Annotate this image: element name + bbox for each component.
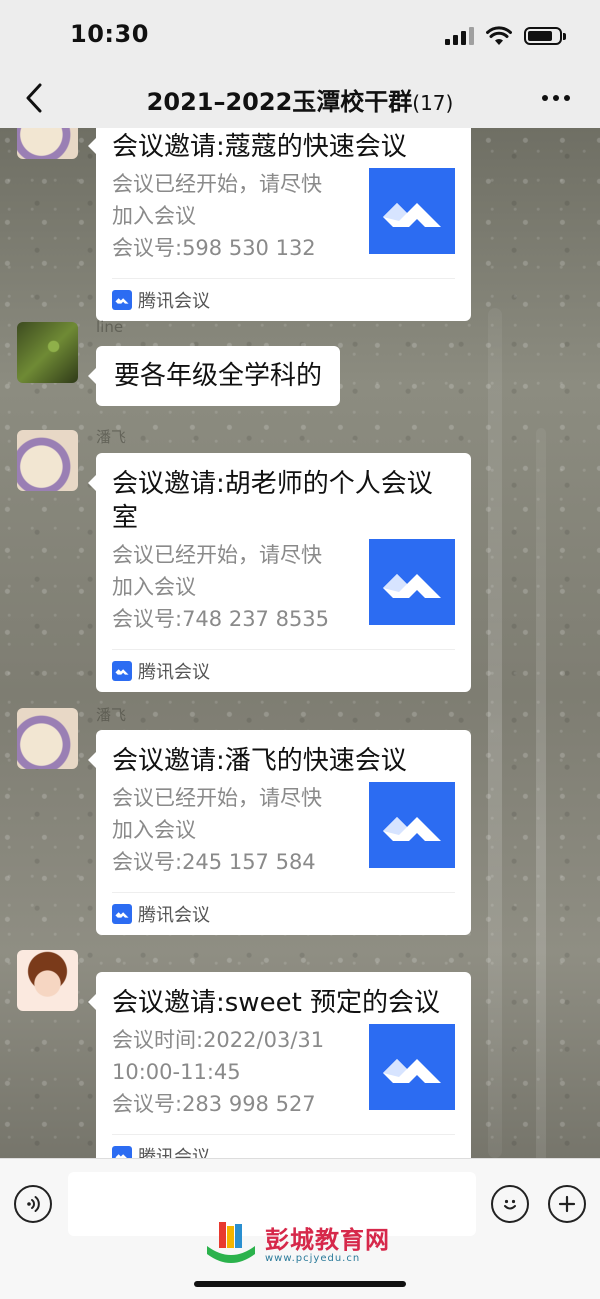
chat-area[interactable]: 会议邀请:蔻蔻的快速会议 会议已经开始，请尽快 加入会议 会议号:598 530… xyxy=(0,128,600,1158)
card-source: 腾讯会议 xyxy=(138,291,210,312)
more-options-button[interactable] xyxy=(534,80,578,116)
home-indicator xyxy=(194,1281,406,1287)
card-body: 会议已经开始，请尽快 加入会议 会议号:598 530 132 xyxy=(112,168,455,266)
voice-input-button[interactable] xyxy=(14,1185,52,1223)
book-logo-icon xyxy=(207,1222,255,1263)
status-icons xyxy=(445,26,566,46)
card-source: 腾讯会议 xyxy=(138,1147,210,1158)
text-message[interactable]: 要各年级全学科的 xyxy=(87,346,341,406)
card-desc-line: 加入会议 xyxy=(112,818,196,842)
avatar[interactable] xyxy=(17,430,78,491)
card-description: 会议已经开始，请尽快 加入会议 会议号:748 237 8535 xyxy=(112,539,352,635)
sender-name: line xyxy=(96,318,124,336)
card-footer: 腾讯会议 xyxy=(112,892,455,935)
avatar[interactable] xyxy=(17,950,78,1011)
meeting-card[interactable]: 会议邀请:胡老师的个人会议室 会议已经开始，请尽快 加入会议 会议号:748 2… xyxy=(88,453,471,692)
tencent-meeting-small-icon xyxy=(112,290,132,310)
card-footer: 腾讯会议 xyxy=(112,649,455,692)
voice-icon xyxy=(27,1196,40,1212)
meeting-number: 会议号:283 998 527 xyxy=(112,1092,316,1116)
tencent-meeting-icon xyxy=(383,574,441,598)
meeting-number: 会议号:245 157 584 xyxy=(112,850,316,874)
tencent-meeting-small-icon xyxy=(112,1146,132,1158)
card-desc-line: 会议已经开始，请尽快 xyxy=(112,786,322,810)
battery-level xyxy=(528,31,552,41)
card-desc-line: 加入会议 xyxy=(112,204,196,228)
card-body: 会议时间:2022/03/31 10:00-11:45 会议号:283 998 … xyxy=(112,1024,455,1122)
meeting-number: 会议号:748 237 8535 xyxy=(112,607,330,631)
card-footer: 腾讯会议 xyxy=(112,1134,455,1158)
tencent-meeting-icon xyxy=(383,817,441,841)
tencent-meeting-small-icon xyxy=(112,661,132,681)
emoji-button[interactable] xyxy=(491,1185,529,1223)
wifi-icon xyxy=(486,26,512,45)
card-desc-line: 会议已经开始，请尽快 xyxy=(112,172,322,196)
card-source: 腾讯会议 xyxy=(138,905,210,926)
watermark-title: 彭城教育网 xyxy=(265,1225,390,1254)
card-body: 会议已经开始，请尽快 加入会议 会议号:748 237 8535 xyxy=(112,539,455,637)
battery-icon xyxy=(524,27,566,45)
sender-name: 潘飞 xyxy=(96,428,127,446)
avatar[interactable] xyxy=(17,128,78,159)
card-title: 会议邀请:蔻蔻的快速会议 xyxy=(112,132,407,162)
meeting-card[interactable]: 会议邀请:潘飞的快速会议 会议已经开始，请尽快 加入会议 会议号:245 157… xyxy=(88,730,471,935)
card-description: 会议时间:2022/03/31 10:00-11:45 会议号:283 998 … xyxy=(112,1024,352,1120)
status-bar: 10:30 xyxy=(0,0,600,70)
card-title: 会议邀请:潘飞的快速会议 xyxy=(112,746,407,776)
card-title: 会议邀请:胡老师的个人会议室 xyxy=(112,469,433,533)
tencent-meeting-logo xyxy=(369,168,455,254)
card-desc-line: 加入会议 xyxy=(112,575,196,599)
card-title: 会议邀请:sweet 预定的会议 xyxy=(112,988,441,1018)
meeting-card[interactable]: 会议邀请:sweet 预定的会议 会议时间:2022/03/31 10:00-1… xyxy=(88,972,471,1158)
tencent-meeting-icon xyxy=(383,1059,441,1083)
tencent-meeting-small-icon xyxy=(112,904,132,924)
avatar[interactable] xyxy=(17,322,78,383)
input-bar: 彭城教育网 www.pcjyedu.cn xyxy=(0,1158,600,1299)
nav-bar: 2021–2022玉潭校干群(17) xyxy=(0,70,600,128)
watermark-url: www.pcjyedu.cn xyxy=(265,1252,361,1264)
tencent-meeting-icon xyxy=(383,203,441,227)
status-time: 10:30 xyxy=(70,20,149,48)
card-source: 腾讯会议 xyxy=(138,662,210,683)
dot-icon xyxy=(564,95,570,101)
meeting-card[interactable]: 会议邀请:蔻蔻的快速会议 会议已经开始，请尽快 加入会议 会议号:598 530… xyxy=(88,128,471,321)
plus-icon xyxy=(558,1195,576,1213)
dot-icon xyxy=(553,95,559,101)
card-description: 会议已经开始，请尽快 加入会议 会议号:245 157 584 xyxy=(112,782,352,878)
card-desc-line: 10:00-11:45 xyxy=(112,1060,241,1084)
sender-name: 潘飞 xyxy=(96,706,127,724)
avatar[interactable] xyxy=(17,708,78,769)
chat-title: 2021–2022玉潭校干群(17) xyxy=(0,82,600,117)
more-functions-button[interactable] xyxy=(548,1185,586,1223)
background-streak xyxy=(536,428,546,1158)
card-description: 会议已经开始，请尽快 加入会议 会议号:598 530 132 xyxy=(112,168,352,264)
card-desc-line: 会议时间:2022/03/31 xyxy=(112,1028,325,1052)
tencent-meeting-logo xyxy=(369,539,455,625)
site-watermark: 彭城教育网 www.pcjyedu.cn xyxy=(205,1217,405,1273)
group-name: 2021–2022玉潭校干群 xyxy=(146,88,413,116)
meeting-number: 会议号:598 530 132 xyxy=(112,236,316,260)
tencent-meeting-logo xyxy=(369,1024,455,1110)
card-desc-line: 会议已经开始，请尽快 xyxy=(112,543,322,567)
card-body: 会议已经开始，请尽快 加入会议 会议号:245 157 584 xyxy=(112,782,455,880)
smiley-icon xyxy=(504,1199,516,1210)
background-streak xyxy=(488,308,502,1158)
tencent-meeting-logo xyxy=(369,782,455,868)
card-footer: 腾讯会议 xyxy=(112,278,455,321)
cellular-signal-icon xyxy=(445,27,474,45)
member-count: (17) xyxy=(412,91,454,115)
dot-icon xyxy=(542,95,548,101)
